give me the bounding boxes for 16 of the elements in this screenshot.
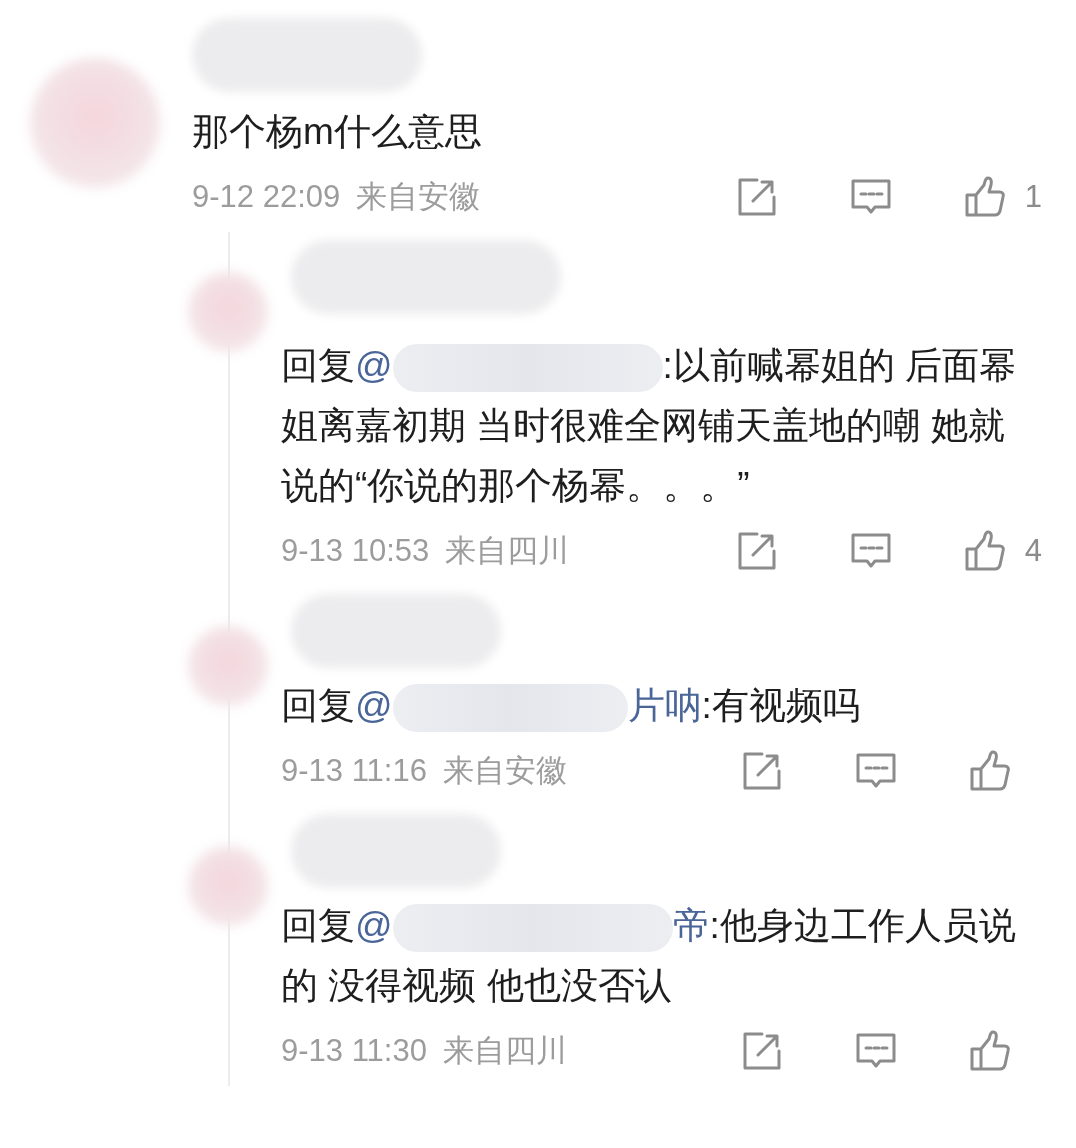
like-count: 1 [1024,179,1042,215]
comment-location: 来自四川 [442,1032,567,1070]
thumbs-up-icon[interactable] [968,1029,1012,1073]
comment-text: 那个杨m什么意思 [192,110,483,154]
thumbs-up-icon[interactable] [968,749,1012,793]
comment-location: 来自安徽 [442,752,567,790]
comment-time: 9-13 11:16 [281,753,427,789]
comment-location: 来自四川 [445,532,570,570]
comment-time: 9-13 11:30 [281,1033,427,1069]
like-count: 4 [1024,533,1042,569]
comment-time: 9-12 22:09 [192,179,341,215]
comment-location: 来自安徽 [356,178,481,216]
reply-text: 回复@ 片呐:有视频吗 [281,676,1026,736]
reply-text: 回复@ :以前喊幂姐的 后面幂姐离嘉初期 当时很难全网铺天盖地的嘲 她就说的“你说的那个杨幂。。。” [281,343,1018,508]
reply-text: 回复@ 帝:他身边工作人员说的 没得视频 他也没否认 [281,903,1017,1008]
comment-time: 9-13 10:53 [281,533,430,569]
